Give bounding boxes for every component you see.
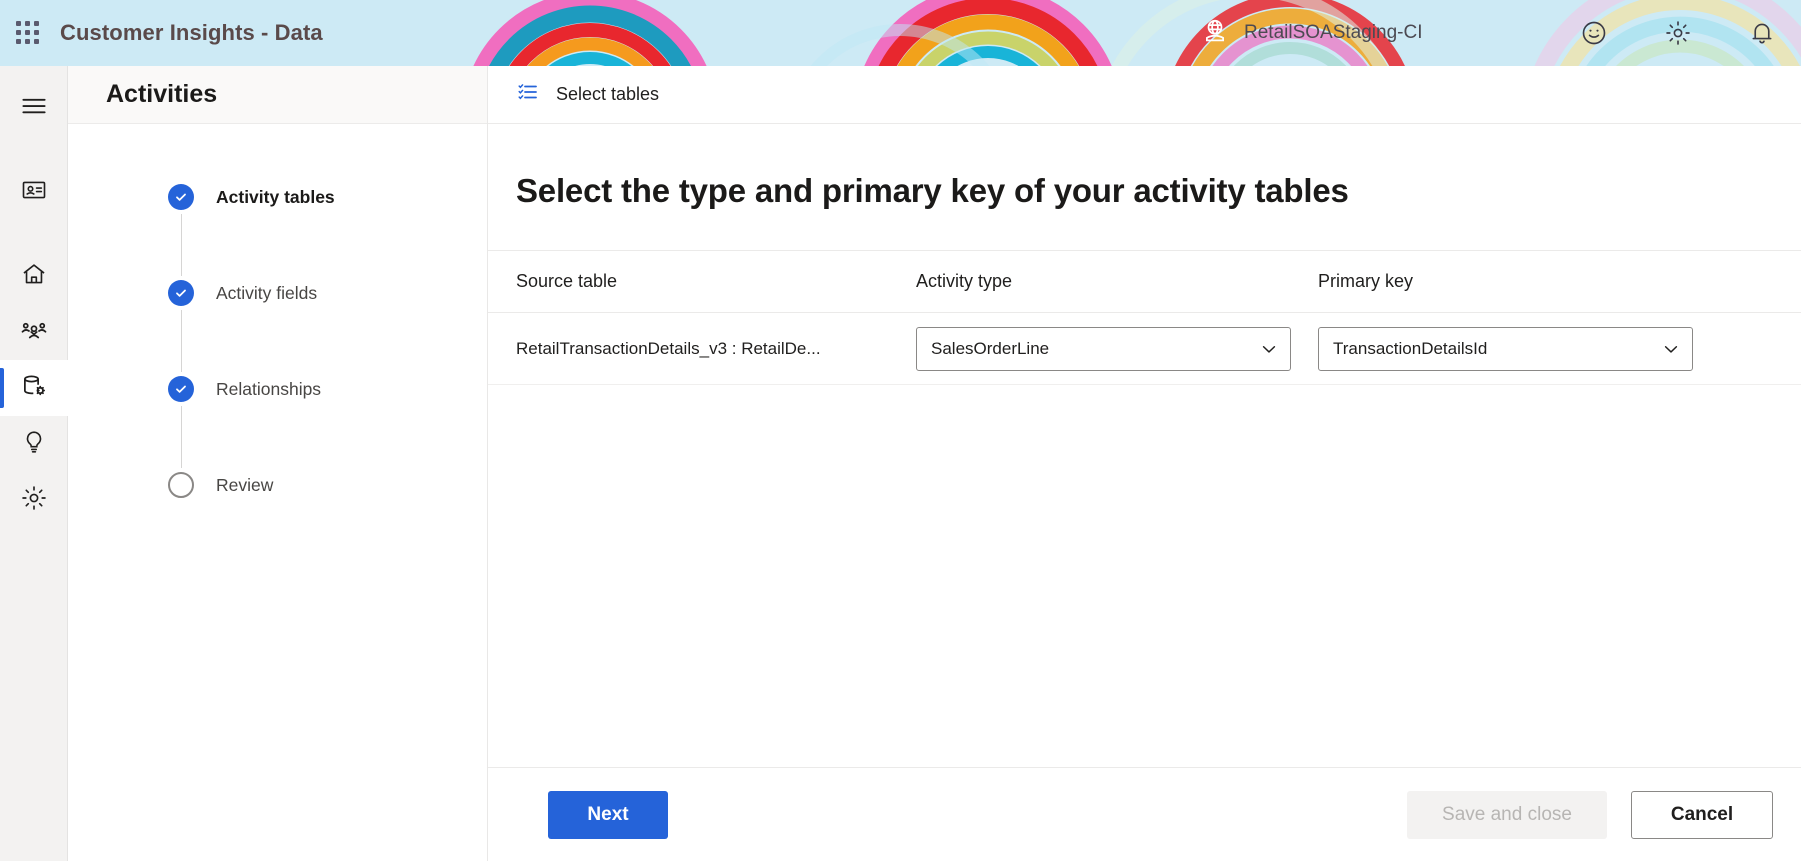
primary-key-value: TransactionDetailsId	[1333, 338, 1488, 358]
content-heading: Select the type and primary key of your …	[516, 172, 1349, 209]
main-content: Select tables Select the type and primar…	[488, 66, 1801, 861]
wizard-step-relationships[interactable]: Relationships	[168, 372, 487, 406]
left-nav-rail	[0, 66, 68, 861]
table-row: RetailTransactionDetails_v3 : RetailDe..…	[488, 313, 1801, 385]
smiley-feedback-icon[interactable]	[1577, 16, 1611, 50]
cell-primary-key: TransactionDetailsId	[1318, 326, 1801, 371]
wizard-panel: Activities Activity tables Activity fiel…	[68, 66, 488, 861]
wizard-step-review[interactable]: Review	[168, 468, 487, 502]
wizard-step-label: Activity tables	[216, 186, 335, 207]
top-bar: Customer Insights - Data RetailSOAStagin…	[0, 0, 1801, 66]
table-header-row: Source table Activity type Primary key	[488, 251, 1801, 313]
hamburger-menu-icon[interactable]	[0, 78, 68, 134]
column-header-activity-type: Activity type	[916, 271, 1013, 291]
notifications-bell-icon[interactable]	[1745, 16, 1779, 50]
content-area: Select the type and primary key of your …	[488, 124, 1801, 861]
people-group-icon	[19, 315, 49, 350]
sidebar-item-data[interactable]	[0, 360, 68, 416]
page-title: Activities	[106, 80, 218, 108]
database-gear-icon	[19, 371, 49, 406]
grid-empty-space	[488, 385, 1801, 767]
wizard-step-label: Relationships	[216, 378, 322, 399]
cell-source-table: RetailTransactionDetails_v3 : RetailDe..…	[516, 338, 821, 358]
heading-section: Select the type and primary key of your …	[488, 124, 1801, 251]
page-title-bar: Activities	[68, 66, 487, 124]
save-and-close-button[interactable]: Save and close	[1407, 790, 1607, 839]
app-body: Activities Activity tables Activity fiel…	[0, 66, 1801, 861]
step-check-icon	[168, 280, 194, 306]
lightbulb-icon	[20, 428, 48, 461]
app-title: Customer Insights - Data	[60, 20, 323, 45]
wizard-step-activity-fields[interactable]: Activity fields	[168, 276, 487, 310]
environment-globe-icon	[1200, 16, 1230, 51]
settings-gear-icon[interactable]	[1661, 16, 1695, 50]
activity-tables-grid: Source table Activity type Primary key R…	[488, 251, 1801, 767]
primary-key-dropdown[interactable]: TransactionDetailsId	[1318, 326, 1693, 371]
breadcrumb-label: Select tables	[556, 84, 660, 104]
step-connector	[168, 310, 194, 372]
cancel-button[interactable]: Cancel	[1631, 790, 1773, 839]
cell-activity-type: SalesOrderLine	[916, 326, 1318, 371]
wizard-steps: Activity tables Activity fields Relation…	[68, 124, 487, 502]
step-check-icon	[168, 184, 194, 210]
step-connector	[168, 214, 194, 276]
home-icon	[20, 260, 48, 293]
environment-selector[interactable]: RetailSOAStaging-CI	[1200, 0, 1422, 66]
activity-type-dropdown[interactable]: SalesOrderLine	[916, 326, 1291, 371]
step-check-icon	[168, 376, 194, 402]
step-connector	[168, 406, 194, 468]
sidebar-item-insights[interactable]	[0, 416, 68, 472]
bulleted-list-icon	[516, 80, 540, 109]
wizard-step-label: Activity fields	[216, 282, 318, 303]
app-launcher-waffle-icon[interactable]	[16, 21, 40, 45]
step-empty-circle-icon	[168, 472, 194, 498]
wizard-step-activity-tables[interactable]: Activity tables	[168, 180, 487, 214]
sidebar-item-home[interactable]	[0, 248, 68, 304]
wizard-step-label: Review	[216, 474, 274, 495]
wizard-footer: Next Save and close Cancel	[488, 767, 1801, 861]
breadcrumb: Select tables	[488, 66, 1801, 124]
gear-icon	[20, 484, 48, 517]
chevron-down-icon	[1662, 340, 1680, 358]
column-header-primary-key: Primary key	[1318, 271, 1414, 291]
column-header-source-table: Source table	[516, 271, 618, 291]
sidebar-item-profiles[interactable]	[0, 164, 68, 220]
contact-card-icon	[20, 176, 48, 209]
next-button[interactable]: Next	[548, 790, 668, 839]
sidebar-item-settings[interactable]	[0, 472, 68, 528]
chevron-down-icon	[1260, 340, 1278, 358]
app-root: Customer Insights - Data RetailSOAStagin…	[0, 0, 1801, 861]
sidebar-item-audiences[interactable]	[0, 304, 68, 360]
topbar-icon-group	[1577, 0, 1779, 66]
environment-name: RetailSOAStaging-CI	[1244, 22, 1423, 43]
activity-type-value: SalesOrderLine	[931, 338, 1050, 358]
footer-right-actions: Save and close Cancel	[1407, 790, 1773, 839]
